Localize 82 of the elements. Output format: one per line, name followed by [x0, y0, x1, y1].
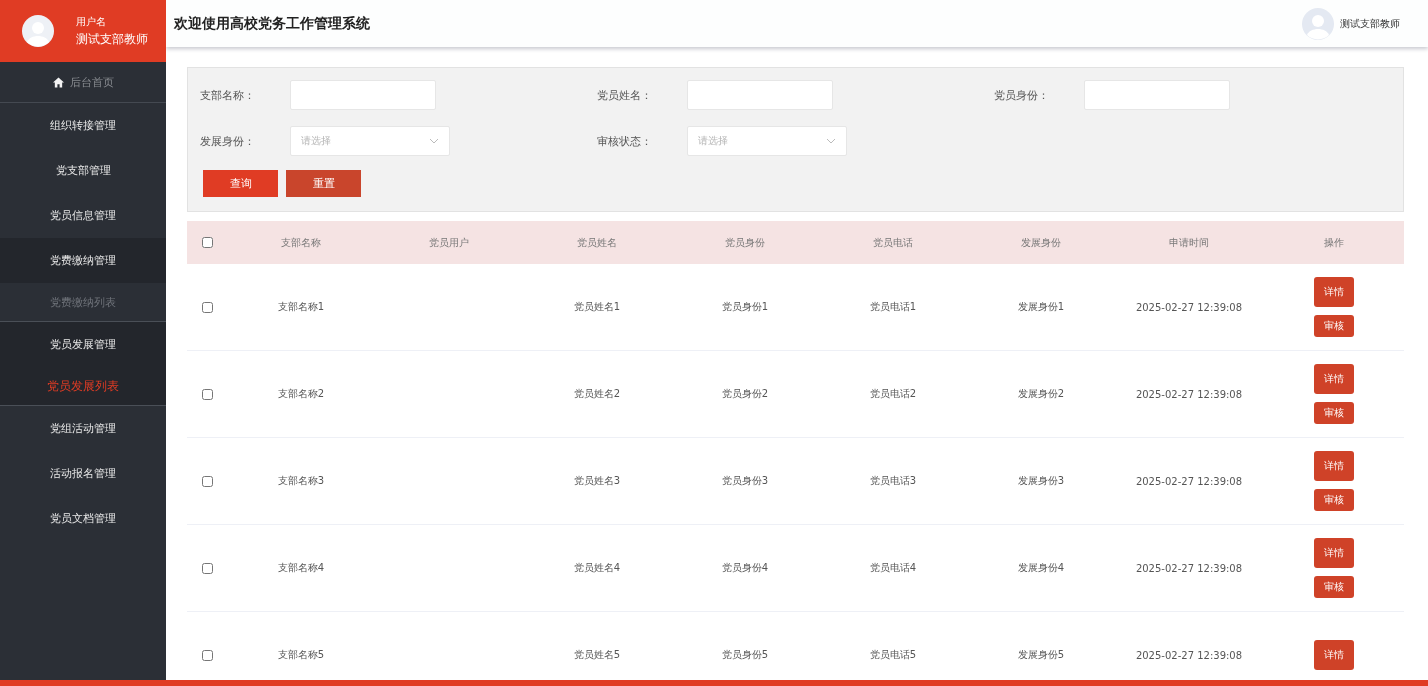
avatar-icon	[22, 15, 54, 47]
system-title: 欢迎使用高校党务工作管理系统	[174, 14, 370, 33]
sidebar-menu-item[interactable]: 党员发展管理	[0, 322, 166, 367]
row-checkbox[interactable]	[201, 388, 213, 400]
detail-button[interactable]: 详情	[1313, 364, 1354, 394]
detail-button[interactable]: 详情	[1313, 277, 1354, 307]
table-cell: 支部名称2	[277, 387, 325, 401]
table-cell: 党员身份4	[721, 561, 769, 575]
sidebar-submenu-item[interactable]: 党员发展列表	[0, 367, 166, 405]
table-cell: 党员电话1	[869, 300, 917, 314]
table-cell: 发展身份4	[1017, 561, 1065, 575]
review-button[interactable]: 审核	[1313, 315, 1354, 337]
row-checkbox[interactable]	[201, 475, 213, 487]
sidebar-menu-item[interactable]: 党费缴纳管理	[0, 238, 166, 283]
table-cell: 党员电话2	[869, 387, 917, 401]
table-cell: 党员身份3	[721, 474, 769, 488]
table-cell: 党员姓名2	[573, 387, 621, 401]
column-header: 操作	[1323, 235, 1344, 250]
table-cell: 党员电话4	[869, 561, 917, 575]
detail-button[interactable]: 详情	[1313, 451, 1354, 481]
detail-button[interactable]: 详情	[1313, 538, 1354, 568]
text-input-field[interactable]	[1084, 80, 1230, 110]
sidebar-menu-item[interactable]: 党支部管理	[0, 148, 166, 193]
sidebar-menu-item[interactable]: 党员信息管理	[0, 193, 166, 238]
table-cell: 发展身份2	[1017, 387, 1065, 401]
filter-label: 党员姓名：	[597, 87, 653, 103]
user-name: 测试支部教师	[76, 30, 148, 48]
user-avatar-icon	[1302, 7, 1334, 40]
column-header: 申请时间	[1169, 235, 1209, 250]
table-cell: 2025-02-27 12:39:08	[1135, 475, 1243, 487]
search-button[interactable]: 查询	[203, 170, 278, 197]
user-caption: 用户名	[76, 14, 107, 29]
sidebar-menu-item[interactable]: 党员文档管理	[0, 496, 166, 541]
column-header: 党员身份	[725, 235, 765, 250]
chevron-down-icon	[429, 138, 439, 144]
header-user-name[interactable]: 测试支部教师	[1340, 16, 1400, 31]
table-cell: 党员姓名3	[573, 474, 621, 488]
table-cell: 发展身份1	[1017, 300, 1065, 314]
select-all-checkbox[interactable]	[201, 237, 213, 248]
table-cell: 发展身份3	[1017, 474, 1065, 488]
row-checkbox[interactable]	[201, 562, 213, 574]
sidebar-menu-item[interactable]: 组织转接管理	[0, 103, 166, 148]
chevron-down-icon	[826, 138, 836, 144]
table-cell: 2025-02-27 12:39:08	[1135, 562, 1243, 574]
table-cell: 党员身份2	[721, 387, 769, 401]
column-header: 支部名称	[281, 235, 321, 250]
table-cell: 发展身份5	[1017, 648, 1065, 662]
table-cell: 党员电话3	[869, 474, 917, 488]
review-button[interactable]: 审核	[1313, 402, 1354, 424]
detail-button[interactable]: 详情	[1313, 640, 1354, 670]
table-cell: 党员身份5	[721, 648, 769, 662]
text-input-field[interactable]	[687, 80, 833, 110]
table-cell: 支部名称1	[277, 300, 325, 314]
review-button[interactable]: 审核	[1313, 576, 1354, 598]
review-button[interactable]: 审核	[1313, 489, 1354, 511]
table-cell: 支部名称5	[277, 648, 325, 662]
column-header: 党员姓名	[577, 235, 617, 250]
filter-label: 发展身份：	[200, 133, 256, 149]
filter-label: 审核状态：	[597, 133, 653, 149]
table-cell: 2025-02-27 12:39:08	[1135, 649, 1243, 661]
table-cell: 2025-02-27 12:39:08	[1135, 301, 1243, 313]
row-checkbox[interactable]	[201, 649, 213, 661]
table-cell: 党员姓名4	[573, 561, 621, 575]
table-cell: 支部名称4	[277, 561, 325, 575]
sidebar-menu-item[interactable]: 党组活动管理	[0, 406, 166, 451]
filter-label: 党员身份：	[994, 87, 1050, 103]
table-cell: 党员电话5	[869, 648, 917, 662]
row-checkbox[interactable]	[201, 301, 213, 313]
reset-button[interactable]: 重置	[286, 170, 361, 197]
table-cell: 2025-02-27 12:39:08	[1135, 388, 1243, 400]
sidebar-submenu-item[interactable]: 党费缴纳列表	[0, 283, 166, 321]
column-header: 发展身份	[1021, 235, 1061, 250]
column-header: 党员用户	[429, 235, 469, 250]
home-icon	[52, 76, 64, 88]
sidebar-menu-item[interactable]: 活动报名管理	[0, 451, 166, 496]
filter-label: 支部名称：	[200, 87, 256, 103]
text-input-field[interactable]	[290, 80, 436, 110]
table-cell: 党员姓名1	[573, 300, 621, 314]
table-cell: 党员姓名5	[573, 648, 621, 662]
table-cell: 党员身份1	[721, 300, 769, 314]
table-cell: 支部名称3	[277, 474, 325, 488]
column-header: 党员电话	[873, 235, 913, 250]
